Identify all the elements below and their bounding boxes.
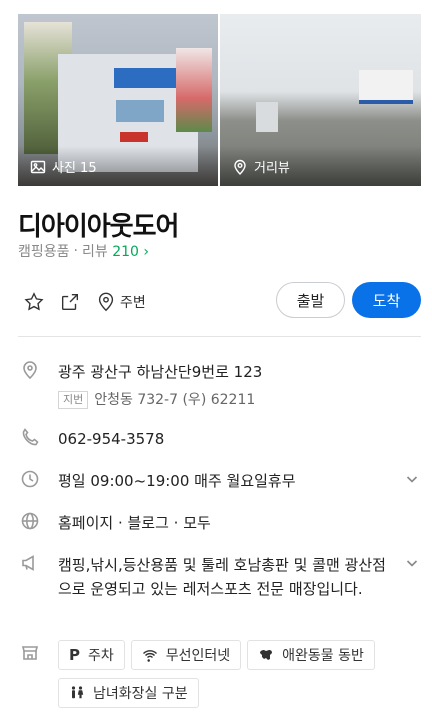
restroom-icon (71, 686, 84, 699)
chevron-down-icon[interactable] (405, 555, 419, 574)
hours-row[interactable]: 평일 09:00~19:00 매주 월요일휴무 (18, 469, 421, 493)
map-pin-icon (234, 159, 246, 175)
description-row[interactable]: 캠핑,낚시,등산용품 및 툴레 호남총판 및 콜맨 광산점으로 운영되고 있는 … (18, 553, 421, 601)
depart-button[interactable]: 출발 (276, 282, 345, 318)
divider (18, 336, 421, 337)
store-icon (21, 646, 39, 660)
photo-count-caption: 사진 15 (30, 157, 97, 176)
pet-icon (260, 650, 273, 660)
phone-row: 062-954-3578 (18, 427, 421, 451)
wifi-icon (142, 650, 157, 662)
location-pin-icon (94, 290, 118, 314)
review-link[interactable]: 리뷰 210 › (82, 241, 149, 261)
street-view-caption: 거리뷰 (232, 157, 290, 176)
globe-icon (21, 512, 39, 530)
photo-gallery-thumbnail[interactable]: 사진 15 (18, 14, 218, 186)
facility-restroom: 남녀화장실 구분 (58, 678, 199, 708)
facilities-list: P 주차 무선인터넷 애완동물 동반 남녀화장실 구분 (58, 640, 398, 708)
links-row: 홈페이지 · 블로그 · 모두 (18, 511, 421, 535)
jibun-address: 지번 안청동 732-7 (우) 62211 (58, 388, 262, 412)
description-text: 캠핑,낚시,등산용품 및 툴레 호남총판 및 콜맨 광산점으로 운영되고 있는 … (58, 556, 386, 598)
jibun-tag: 지번 (58, 391, 89, 409)
star-icon[interactable] (22, 290, 46, 314)
review-count: 210 (112, 244, 139, 260)
phone-icon (22, 428, 39, 446)
place-category: 캠핑용품 (18, 244, 70, 260)
phone-number[interactable]: 062-954-3578 (58, 427, 164, 451)
facility-wifi: 무선인터넷 (130, 640, 242, 670)
clock-icon (21, 470, 39, 488)
action-bar: 주변 출발 도착 (22, 282, 421, 322)
address-text[interactable]: 광주 광산구 하남산단9번로 123 (58, 360, 262, 384)
parking-icon: P (69, 646, 80, 664)
share-icon[interactable] (58, 290, 82, 314)
place-name: 디아이아웃도어 (18, 212, 179, 242)
photo-strip: 사진 15 거리뷰 (18, 14, 421, 186)
place-subtitle: 캠핑용품 · 리뷰 210 › (18, 241, 149, 261)
image-icon (30, 160, 46, 173)
business-hours: 평일 09:00~19:00 매주 월요일휴무 (58, 472, 296, 490)
website-links[interactable]: 홈페이지 · 블로그 · 모두 (58, 511, 211, 535)
arrive-button[interactable]: 도착 (352, 282, 421, 318)
location-pin-icon (23, 361, 37, 380)
megaphone-icon (22, 555, 34, 571)
address-row: 광주 광산구 하남산단9번로 123 지번 안청동 732-7 (우) 6221… (18, 360, 421, 412)
facility-parking: P 주차 (58, 640, 125, 670)
facility-pets: 애완동물 동반 (247, 640, 375, 670)
chevron-down-icon[interactable] (405, 471, 419, 490)
review-arrow: › (143, 244, 149, 260)
street-view-thumbnail[interactable]: 거리뷰 (220, 14, 421, 186)
nearby-button[interactable]: 주변 (94, 290, 146, 314)
